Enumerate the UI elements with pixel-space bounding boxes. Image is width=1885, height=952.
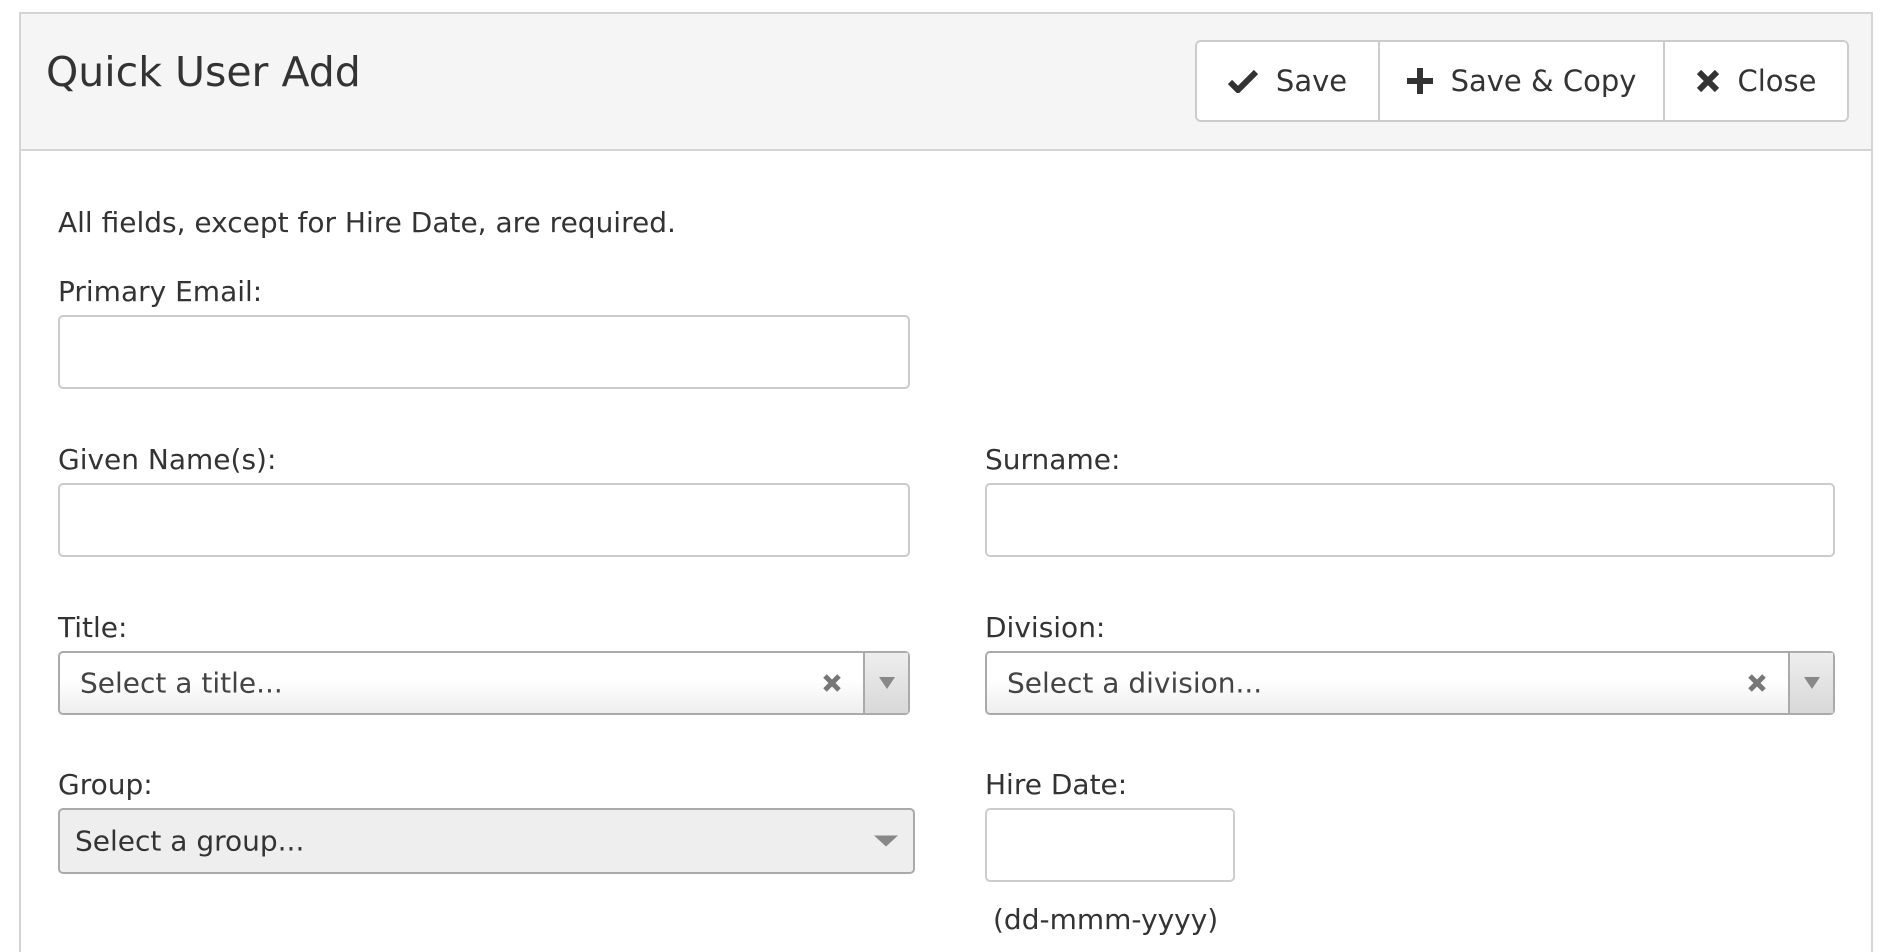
dialog-toolbar: Save Save & Copy Close xyxy=(1195,40,1849,122)
close-button-label: Close xyxy=(1737,64,1817,98)
close-button[interactable]: Close xyxy=(1663,42,1847,120)
dialog-title: Quick User Add xyxy=(46,48,361,96)
save-and-copy-button-label: Save & Copy xyxy=(1450,64,1637,98)
hire-date-format-hint: (dd-mmm-yyyy) xyxy=(993,903,1219,936)
surname-label: Surname: xyxy=(985,443,1121,476)
division-select-placeholder: Select a division... xyxy=(1007,666,1263,700)
group-select[interactable]: Select a group... xyxy=(58,808,915,874)
save-and-copy-button[interactable]: Save & Copy xyxy=(1378,42,1663,120)
dialog-header: Quick User Add Save Save & Copy Close xyxy=(21,14,1871,151)
given-names-label: Given Name(s): xyxy=(58,443,277,476)
division-select[interactable]: Select a division... xyxy=(985,651,1835,715)
title-select-placeholder: Select a title... xyxy=(80,666,283,700)
form-instructions: All fields, except for Hire Date, are re… xyxy=(58,206,676,239)
caret-down-icon xyxy=(1803,677,1820,689)
save-button-label: Save xyxy=(1275,64,1348,98)
title-select-toggle[interactable] xyxy=(863,653,908,713)
title-select[interactable]: Select a title... xyxy=(58,651,910,715)
division-label: Division: xyxy=(985,611,1106,644)
division-select-toggle[interactable] xyxy=(1788,653,1833,713)
group-select-placeholder: Select a group... xyxy=(75,824,305,858)
hire-date-label: Hire Date: xyxy=(985,768,1128,801)
hire-date-input[interactable] xyxy=(985,808,1235,882)
dialog-body: All fields, except for Hire Date, are re… xyxy=(21,151,1871,952)
caret-down-icon xyxy=(874,835,898,847)
title-label: Title: xyxy=(58,611,128,644)
close-icon xyxy=(1696,69,1719,93)
primary-email-label: Primary Email: xyxy=(58,275,263,308)
save-button[interactable]: Save xyxy=(1197,42,1378,120)
surname-input[interactable] xyxy=(985,483,1835,557)
quick-user-add-dialog: Quick User Add Save Save & Copy Close Al… xyxy=(19,12,1873,952)
given-names-input[interactable] xyxy=(58,483,910,557)
check-icon xyxy=(1227,69,1258,93)
clear-x-icon[interactable] xyxy=(821,672,843,694)
group-label: Group: xyxy=(58,768,153,801)
clear-x-icon[interactable] xyxy=(1746,672,1768,694)
primary-email-input[interactable] xyxy=(58,315,910,389)
caret-down-icon xyxy=(878,677,895,689)
plus-icon xyxy=(1406,68,1433,94)
